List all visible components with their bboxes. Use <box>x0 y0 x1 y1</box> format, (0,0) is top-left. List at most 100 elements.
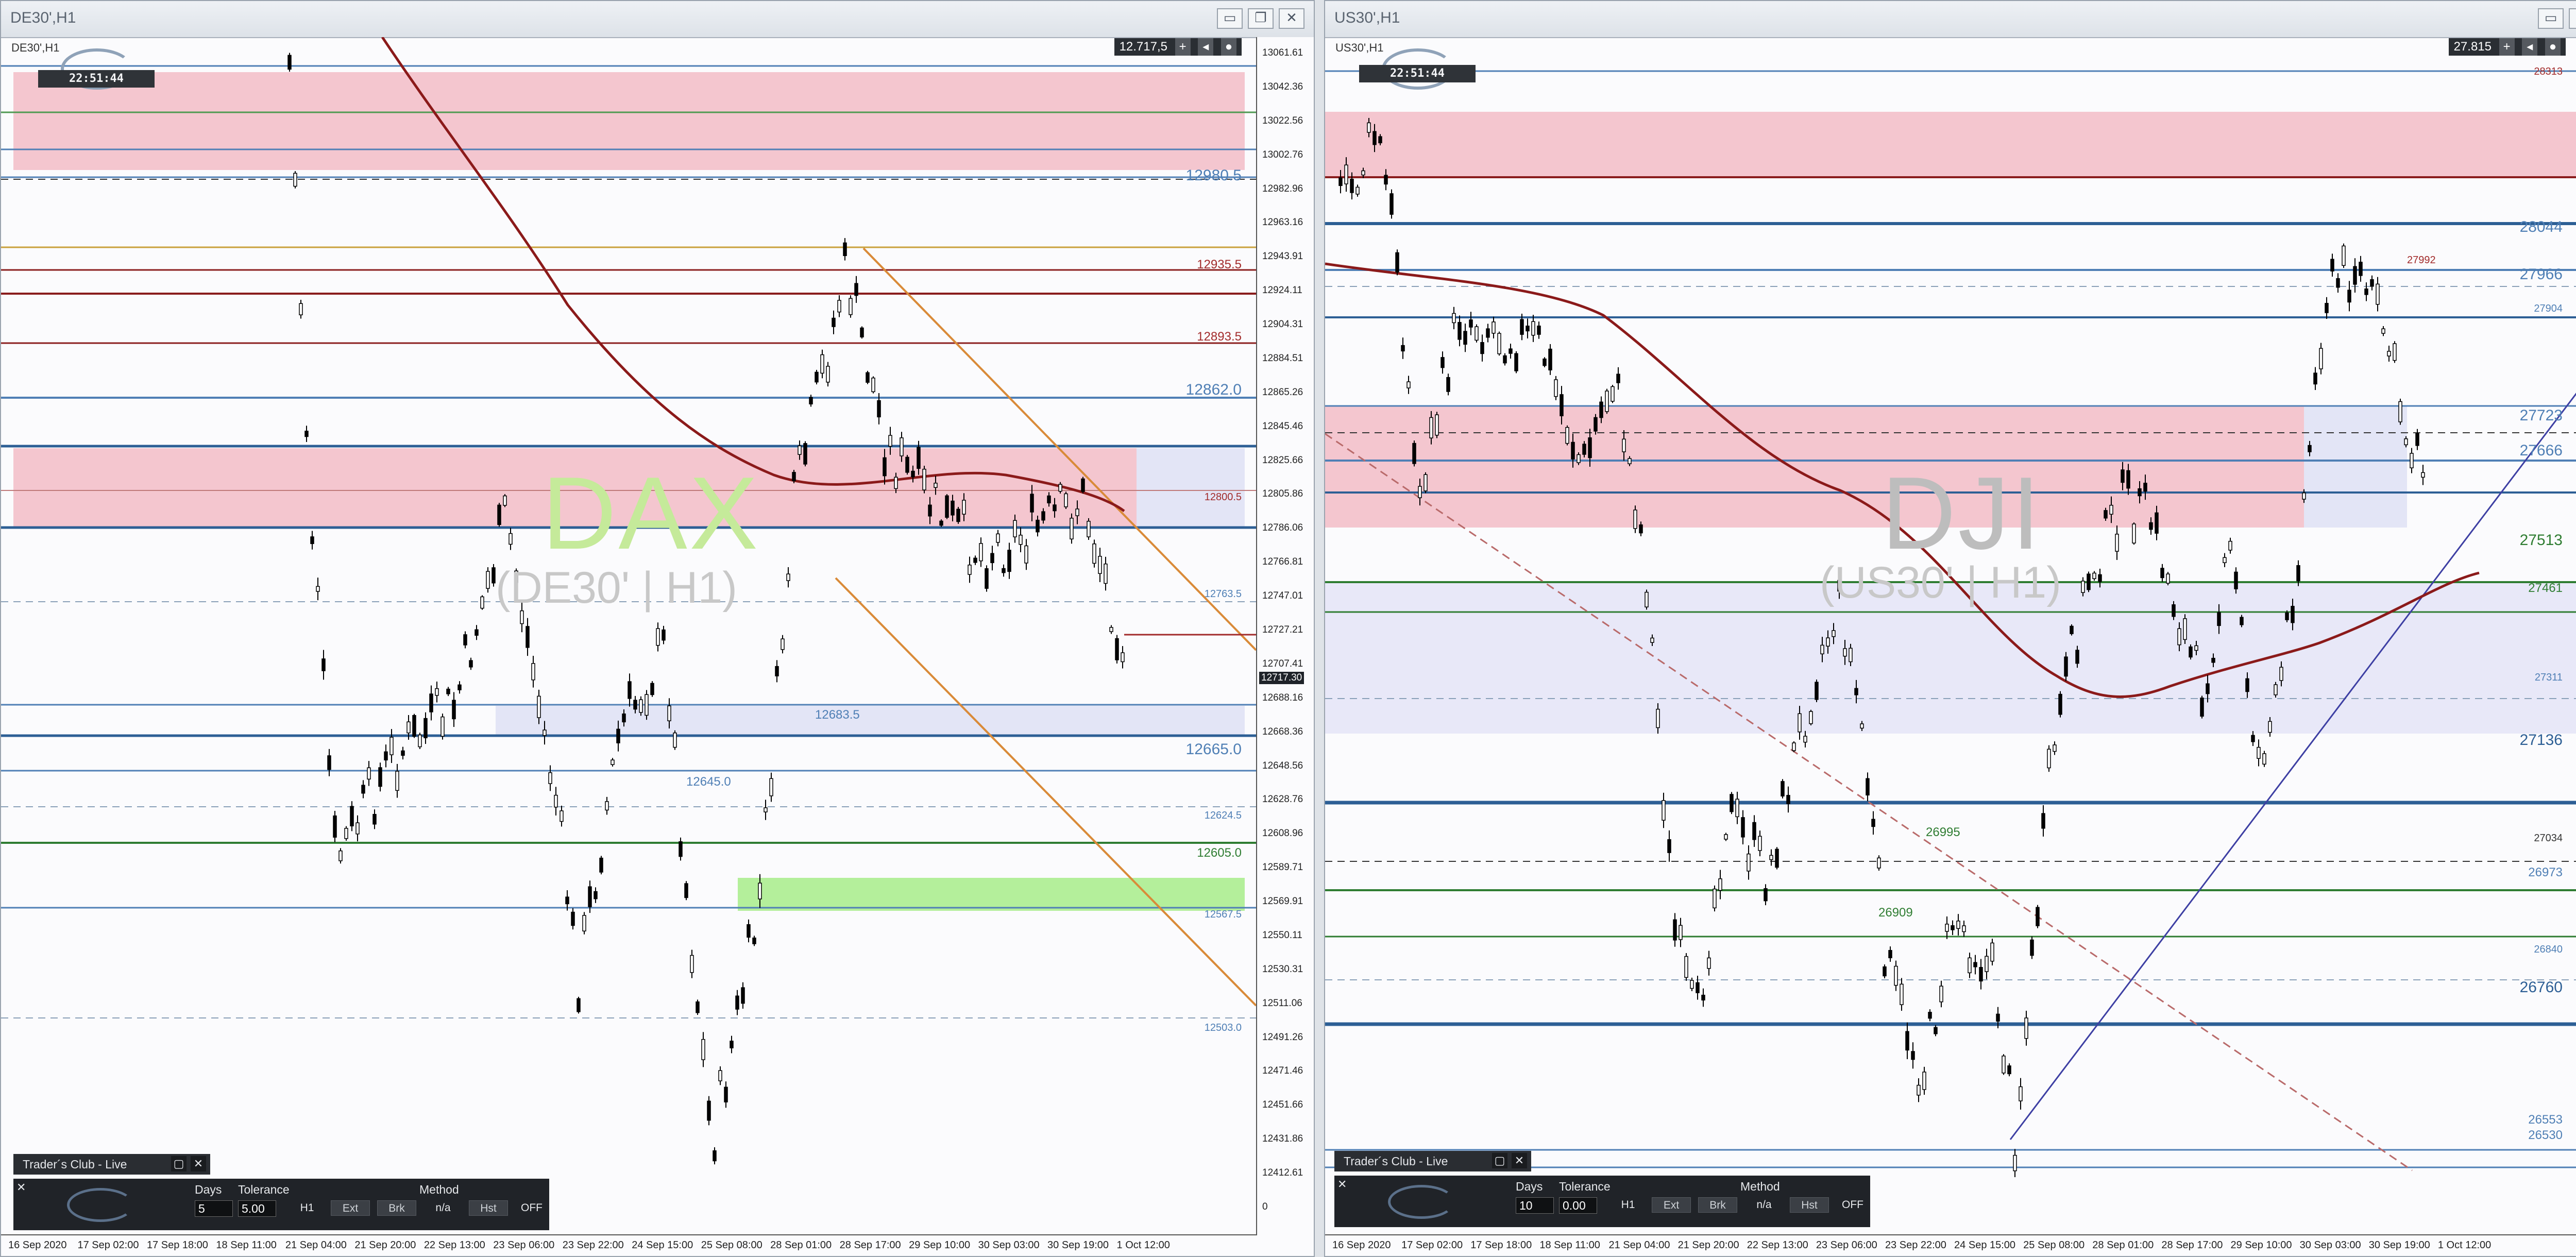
candle-body <box>2138 488 2142 497</box>
candle-body <box>1866 778 1870 796</box>
close-icon[interactable]: ✕ <box>1279 8 1304 29</box>
settings-icon[interactable]: ● <box>2545 38 2561 56</box>
days-input[interactable]: 10 <box>1516 1197 1554 1214</box>
dji-time-axis[interactable]: 16 Sep 2020 17 Sep 02:00 17 Sep 18:00 18 Se… <box>1325 1234 2576 1256</box>
close-icon[interactable]: ✕ <box>191 1156 206 1171</box>
candle-body <box>2291 606 2295 623</box>
dax-chart-window[interactable]: DE30',H1 ▭ ❐ ✕ DE30',H1 22:51:44 12.717,… <box>0 0 1315 1257</box>
candle-body <box>2160 568 2164 579</box>
dax-chart-svg <box>1 37 1256 1165</box>
price-tick-label: 12491.26 <box>1262 1031 1303 1043</box>
candle-body <box>1070 518 1074 540</box>
candle-body <box>2143 483 2147 492</box>
level-label: 12605.0 <box>1197 846 1242 860</box>
candle-body <box>2262 753 2266 765</box>
time-tick-label: 17 Sep 02:00 <box>1401 1239 1463 1251</box>
dji-plot-area[interactable] <box>1325 37 2576 1256</box>
minimize-icon[interactable]: ▭ <box>1217 8 1243 29</box>
tolerance-label: Tolerance <box>1559 1180 1611 1193</box>
dji-window-titlebar[interactable]: US30',H1 ▭ ❐ ✕ <box>1325 1 2576 38</box>
close-icon[interactable]: ✕ <box>1512 1153 1527 1168</box>
candle-body <box>2415 433 2419 446</box>
time-tick-label: 30 Sep 03:00 <box>2299 1239 2361 1251</box>
candle-body <box>1684 956 1688 978</box>
candle-body <box>1900 983 1904 1005</box>
price-tick-label: 12608.96 <box>1262 828 1303 839</box>
ext-button[interactable]: Ext <box>331 1200 370 1216</box>
candle-body <box>769 778 773 796</box>
candle-body <box>2325 303 2329 313</box>
dax-server-clock: 22:51:44 <box>38 70 155 88</box>
timeframe-button[interactable]: H1 <box>1613 1197 1643 1213</box>
candle-body <box>2398 401 2402 422</box>
price-tick-label: 12884.51 <box>1262 352 1303 364</box>
timeframe-button[interactable]: H1 <box>292 1200 323 1216</box>
candle-body <box>1418 486 1422 498</box>
restore-icon[interactable]: ❐ <box>1248 8 1274 29</box>
candle-body <box>1560 394 1564 416</box>
minimize-icon[interactable]: ▭ <box>2538 8 2564 29</box>
candle-body <box>480 596 484 609</box>
window-icon[interactable]: ▢ <box>1492 1153 1507 1168</box>
dji-price-box[interactable]: 27.815 + ◂ ● <box>2448 38 2566 56</box>
arrow-left-icon[interactable]: ◂ <box>1198 38 1214 56</box>
candle-body <box>2070 625 2074 634</box>
candle-body <box>798 445 802 455</box>
time-tick-label: 29 Sep 10:00 <box>2230 1239 2292 1251</box>
dji-chart-window[interactable]: US30',H1 ▭ ❐ ✕ US30',H1 22:51:44 27.815 … <box>1324 0 2576 1257</box>
dax-window-titlebar[interactable]: DE30',H1 ▭ ❐ ✕ <box>1 1 1314 38</box>
method-select[interactable]: n/a <box>423 1200 463 1216</box>
method-select[interactable]: n/a <box>1744 1197 1784 1213</box>
candle-body <box>1747 853 1751 872</box>
close-icon[interactable]: ✕ <box>16 1181 26 1194</box>
ext-button[interactable]: Ext <box>1652 1197 1691 1213</box>
channel-lower-line <box>835 577 1256 1007</box>
candle-body <box>2036 907 2040 926</box>
dax-price-axis[interactable]: 13061.61 13042.36 13022.56 13002.76 12982.96… <box>1256 37 1314 1235</box>
settings-icon[interactable]: ● <box>1221 38 1236 56</box>
plus-icon[interactable]: + <box>2499 38 2515 56</box>
brk-button[interactable]: Brk <box>1698 1197 1737 1213</box>
hst-button[interactable]: Hst <box>469 1200 508 1216</box>
candle-body <box>367 767 371 780</box>
dji-traders-club-tab[interactable]: Trader´s Club - Live ▢ ✕ <box>1334 1151 1531 1171</box>
candle-body <box>2381 328 2385 334</box>
tolerance-input[interactable]: 0.00 <box>1559 1197 1597 1214</box>
candle-body <box>1769 855 1773 860</box>
candle-body <box>1064 493 1068 507</box>
hst-button[interactable]: Hst <box>1790 1197 1829 1213</box>
arrow-left-icon[interactable]: ◂ <box>2522 38 2538 56</box>
candle-body <box>1361 170 1365 176</box>
price-tick-label: 12963.16 <box>1262 217 1303 228</box>
close-icon[interactable]: ✕ <box>1337 1178 1347 1191</box>
dax-plot-area[interactable] <box>1 37 1314 1256</box>
brk-button[interactable]: Brk <box>377 1200 416 1216</box>
candle-body <box>1854 688 1858 695</box>
candle-body <box>321 658 326 671</box>
restore-icon[interactable]: ❐ <box>2569 8 2576 29</box>
resistance-zone <box>1325 112 2576 177</box>
dax-price-box[interactable]: 12.717,5 + ◂ ● <box>1114 38 1242 56</box>
demand-zone <box>2304 406 2407 528</box>
plus-icon[interactable]: + <box>1175 38 1191 56</box>
candle-body <box>1588 437 1592 458</box>
candle-body <box>1458 322 1462 340</box>
price-tick-label: 12943.91 <box>1262 251 1303 262</box>
window-icon[interactable]: ▢ <box>171 1156 187 1171</box>
candle-body <box>820 354 824 374</box>
days-input[interactable]: 5 <box>195 1200 233 1217</box>
candle-body <box>2155 512 2159 534</box>
candle-body <box>605 801 609 811</box>
tolerance-input[interactable]: 5.00 <box>238 1200 276 1217</box>
candle-body <box>956 508 960 522</box>
off-button[interactable]: OFF <box>516 1200 547 1216</box>
price-tick-label: 12550.11 <box>1262 929 1302 941</box>
candle-body <box>344 828 348 839</box>
dax-time-axis[interactable]: 16 Sep 2020 17 Sep 02:00 17 Sep 18:00 18 Se… <box>1 1234 1256 1256</box>
off-button[interactable]: OFF <box>1837 1197 1868 1213</box>
candle-body <box>2387 351 2391 356</box>
level-label: 27136 <box>2519 732 2563 749</box>
candle-body <box>1679 925 1683 940</box>
dax-traders-club-tab[interactable]: Trader´s Club - Live ▢ ✕ <box>13 1154 210 1175</box>
level-label: 27513 <box>2519 532 2563 549</box>
